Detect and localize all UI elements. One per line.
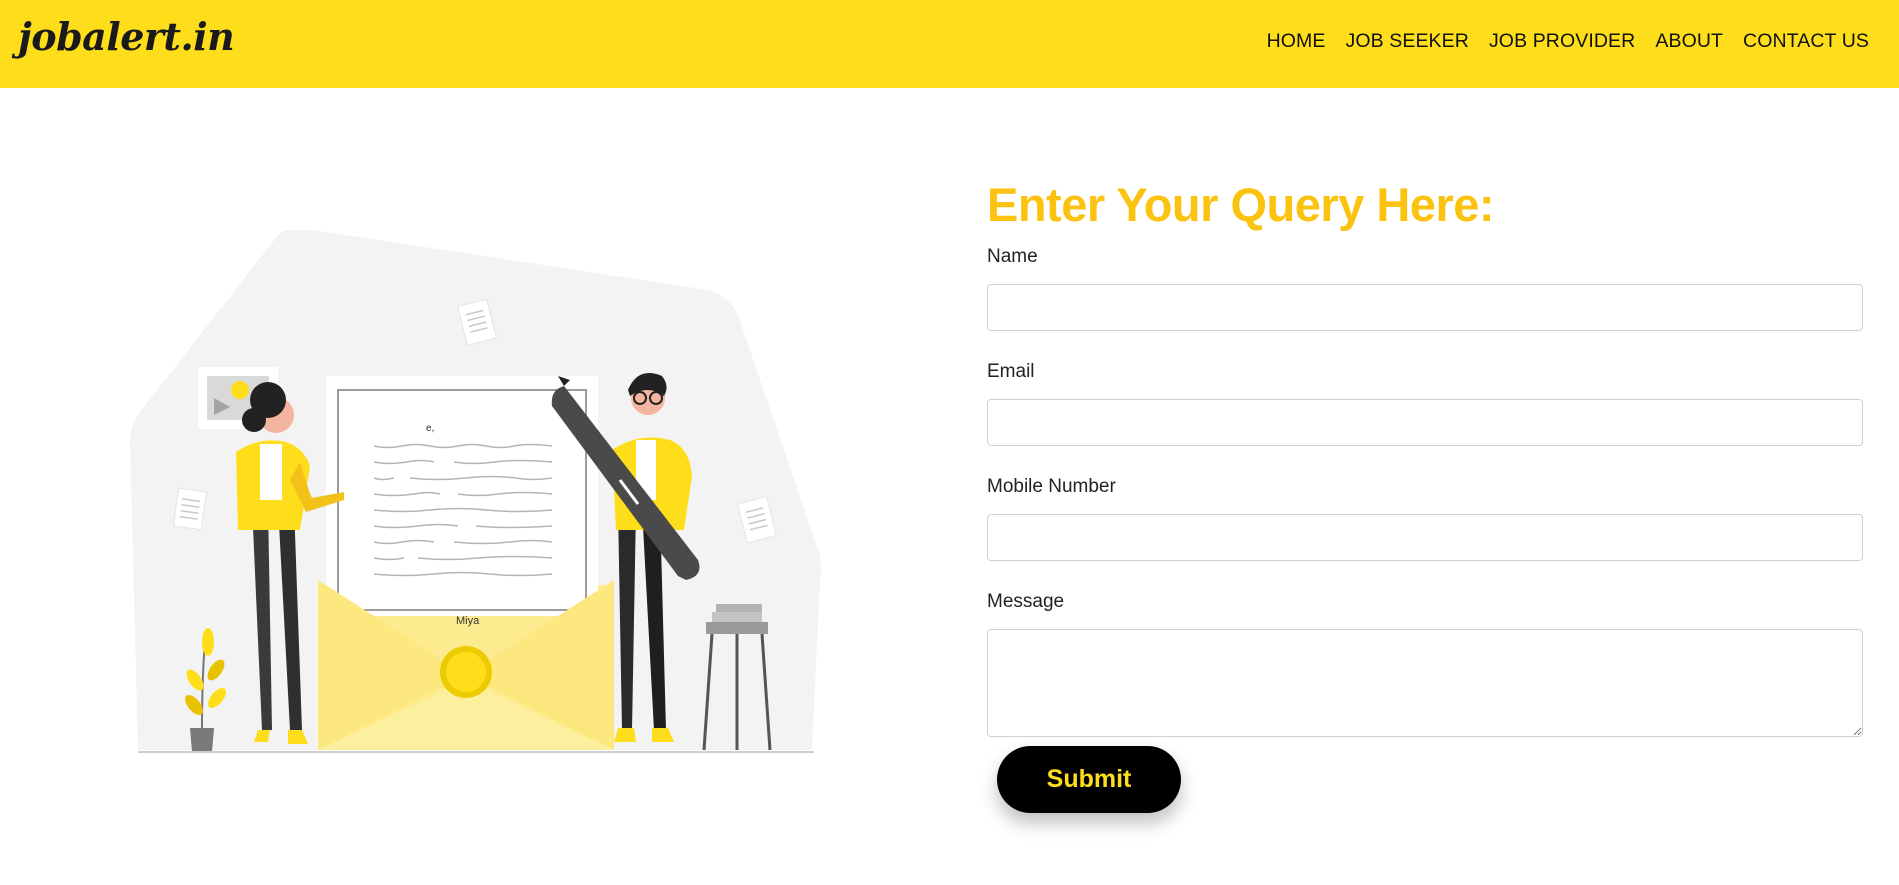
letter-heading: e, — [426, 423, 434, 434]
query-form-section: Enter Your Query Here: Name Email Mobile… — [987, 170, 1863, 813]
email-input[interactable] — [987, 399, 1863, 446]
message-textarea[interactable] — [987, 629, 1863, 737]
name-input[interactable] — [987, 284, 1863, 331]
nav-job-seeker[interactable]: JOB SEEKER — [1345, 30, 1468, 53]
envelope-illustration: e, Miya — [130, 228, 822, 753]
nav-about[interactable]: ABOUT — [1655, 30, 1723, 53]
brand-logo[interactable]: jobalert.in — [18, 14, 235, 59]
floating-doc-left — [172, 487, 207, 531]
nav-menu: HOME JOB SEEKER JOB PROVIDER ABOUT CONTA… — [1267, 30, 1869, 53]
form-title: Enter Your Query Here: — [987, 178, 1495, 231]
message-label: Message — [987, 591, 1065, 612]
mobile-number-input[interactable] — [987, 514, 1863, 561]
nav-contact-us[interactable]: CONTACT US — [1743, 30, 1869, 53]
contact-illustration: e, Miya — [118, 228, 828, 760]
mobile-number-label: Mobile Number — [987, 476, 1116, 497]
navbar: jobalert.in HOME JOB SEEKER JOB PROVIDER… — [0, 0, 1899, 88]
nav-job-provider[interactable]: JOB PROVIDER — [1489, 30, 1635, 53]
letter-signature: Miya — [456, 615, 480, 627]
submit-button[interactable]: Submit — [997, 746, 1181, 813]
nav-home[interactable]: HOME — [1267, 30, 1326, 53]
email-label: Email — [987, 361, 1035, 382]
name-label: Name — [987, 246, 1038, 267]
